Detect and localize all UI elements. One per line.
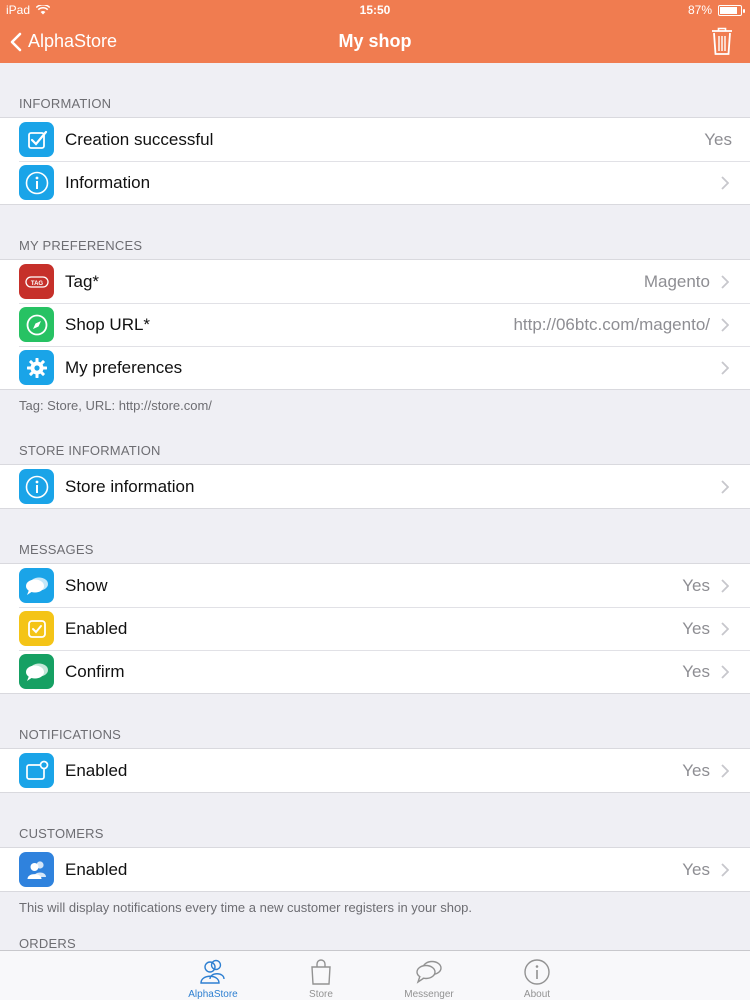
section-header-notifications: NOTIFICATIONS: [19, 727, 122, 742]
chevron-right-icon: [718, 175, 732, 190]
tab-label: About: [523, 989, 551, 1000]
row-value: Yes: [682, 661, 710, 681]
row-label: Enabled: [65, 859, 128, 879]
row-label: Enabled: [65, 618, 128, 638]
section-header-messages: MESSAGES: [19, 542, 94, 557]
tab-bar: AlphaStore Store Messenger About: [0, 950, 750, 1000]
status-right: 87%: [687, 3, 745, 17]
tab-label: Store: [309, 989, 333, 1000]
chevron-right-icon: [718, 578, 732, 593]
settings-list: INFORMATION Creation successful Yes Info…: [0, 63, 750, 950]
group-notifications: Enabled Yes: [0, 748, 750, 793]
info-icon: [19, 469, 54, 504]
row-tag[interactable]: TAG Tag* Magento: [0, 260, 750, 303]
row-label: Enabled: [65, 760, 128, 780]
customers-footer-note: This will display notifications every ti…: [19, 900, 473, 915]
trash-button[interactable]: [710, 26, 734, 56]
status-bar: iPad 15:50 87%: [0, 0, 750, 20]
preferences-footer-note: Tag: Store, URL: http://store.com/: [19, 398, 212, 413]
chevron-right-icon: [718, 621, 732, 636]
compass-icon: [19, 307, 54, 342]
group-messages: Show Yes Enabled Yes Confirm Yes: [0, 563, 750, 694]
row-information[interactable]: Information: [0, 161, 750, 204]
tab-label: AlphaStore: [188, 989, 238, 1000]
bag-icon: [311, 959, 331, 985]
section-header-information: INFORMATION: [19, 96, 112, 111]
row-value: Yes: [704, 129, 732, 149]
gear-icon: [19, 350, 54, 385]
info-icon: [524, 959, 550, 985]
tag-icon-text: TAG: [30, 281, 43, 287]
row-value: http://06btc.com/magento/: [513, 314, 710, 334]
row-store-information[interactable]: Store information: [0, 465, 750, 508]
row-messages-confirm[interactable]: Confirm Yes: [0, 650, 750, 693]
tab-messenger[interactable]: Messenger: [375, 951, 483, 1000]
battery-fill: [720, 6, 738, 14]
section-header-store-information: STORE INFORMATION: [19, 443, 161, 458]
row-shop-url[interactable]: Shop URL* http://06btc.com/magento/: [0, 303, 750, 346]
group-customers: Enabled Yes: [0, 847, 750, 892]
row-label: Shop URL*: [65, 314, 151, 334]
status-time: 15:50: [359, 3, 391, 17]
navigation-bar: AlphaStore My shop: [0, 20, 750, 63]
chat-bubbles-icon: [19, 568, 54, 603]
row-label: Show: [65, 575, 108, 595]
chevron-right-icon: [718, 360, 732, 375]
tab-store[interactable]: Store: [267, 951, 375, 1000]
row-label: Store information: [65, 476, 195, 496]
chevron-right-icon: [718, 763, 732, 778]
row-label: Confirm: [65, 661, 125, 681]
row-label: Creation successful: [65, 129, 214, 149]
back-button[interactable]: AlphaStore: [10, 20, 117, 63]
back-button-label: AlphaStore: [28, 31, 118, 51]
checkmark-icon: [19, 122, 54, 157]
chevron-right-icon: [718, 317, 732, 332]
top-bar: iPad 15:50 87% AlphaStore My shop: [0, 0, 750, 63]
row-value: Yes: [682, 618, 710, 638]
row-customers-enabled[interactable]: Enabled Yes: [0, 848, 750, 891]
users-icon: [19, 852, 54, 887]
row-value: Yes: [682, 760, 710, 780]
row-label: Information: [65, 172, 151, 192]
tag-icon: TAG: [19, 264, 54, 299]
section-header-customers: CUSTOMERS: [19, 826, 104, 841]
chevron-right-icon: [718, 479, 732, 494]
tab-alphastore[interactable]: AlphaStore: [159, 951, 267, 1000]
chat-bubbles-icon: [416, 960, 442, 984]
group-preferences: TAG Tag* Magento Shop URL* http://06btc.…: [0, 259, 750, 390]
chevron-right-icon: [718, 664, 732, 679]
row-label: Tag*: [65, 271, 100, 291]
info-icon: [19, 165, 54, 200]
section-header-preferences: MY PREFERENCES: [19, 238, 143, 253]
people-icon: [200, 959, 225, 984]
row-value: Yes: [682, 859, 710, 879]
notification-badge-icon: [19, 753, 54, 788]
battery-percent: 87%: [687, 3, 712, 17]
group-information: Creation successful Yes Information: [0, 117, 750, 205]
check-badge-icon: [19, 611, 54, 646]
row-creation-successful[interactable]: Creation successful Yes: [0, 118, 750, 161]
row-my-preferences[interactable]: My preferences: [0, 346, 750, 389]
chat-bubbles-icon: [19, 654, 54, 689]
tab-about[interactable]: About: [483, 951, 591, 1000]
row-messages-show[interactable]: Show Yes: [0, 564, 750, 607]
row-value: Magento: [643, 271, 710, 291]
trash-icon: [712, 27, 732, 55]
row-notifications-enabled[interactable]: Enabled Yes: [0, 749, 750, 792]
tab-label: Messenger: [404, 989, 454, 1000]
battery-icon: [718, 4, 745, 16]
group-store-information: Store information: [0, 464, 750, 509]
section-header-orders: ORDERS: [19, 936, 76, 950]
chevron-right-icon: [718, 862, 732, 877]
row-messages-enabled[interactable]: Enabled Yes: [0, 607, 750, 650]
chevron-left-icon: [10, 32, 22, 51]
row-value: Yes: [682, 575, 710, 595]
row-label: My preferences: [65, 357, 183, 377]
chevron-right-icon: [718, 274, 732, 289]
